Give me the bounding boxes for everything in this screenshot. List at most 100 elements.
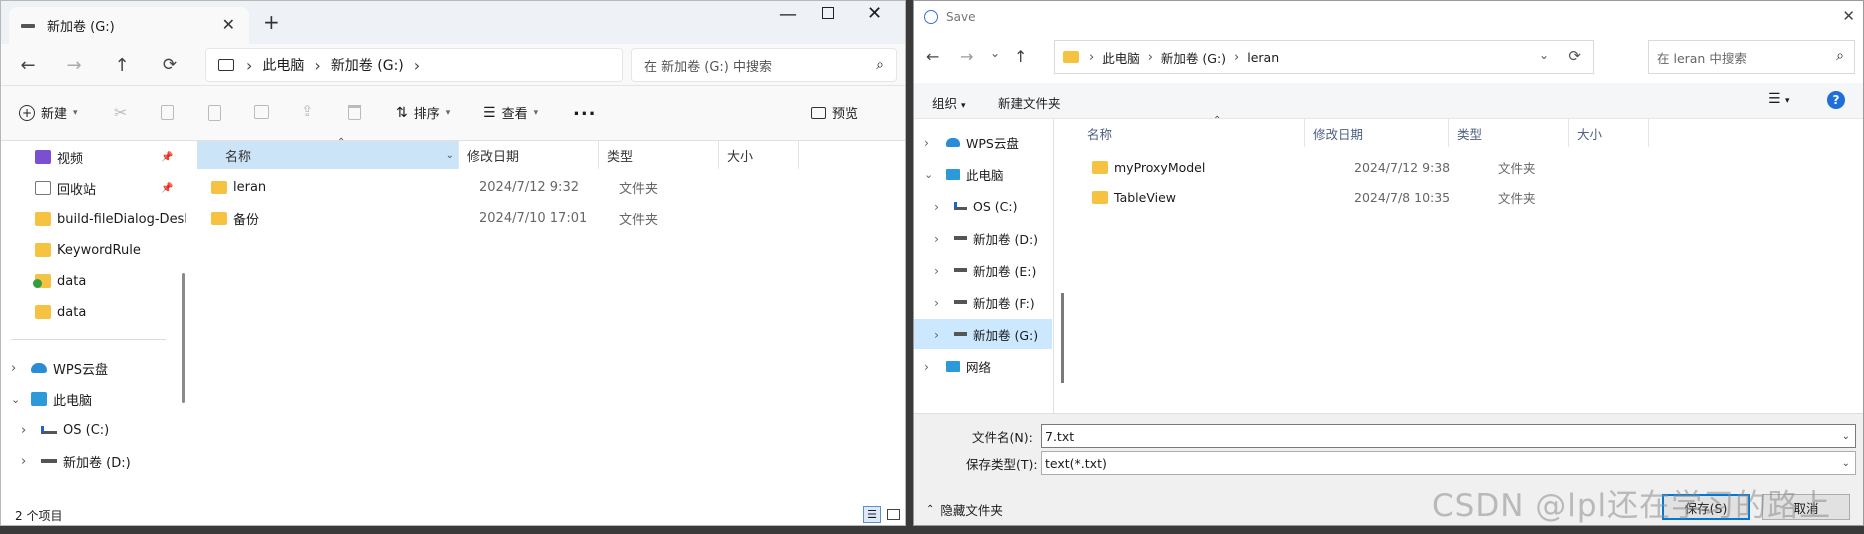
sidebar-item-folder[interactable]: data: [1, 266, 186, 296]
chevron-down-icon: ⌄: [924, 167, 934, 181]
tree-scrollbar[interactable]: [1061, 293, 1064, 383]
chevron-right-icon: ›: [924, 358, 929, 374]
refresh-icon[interactable]: ⟳: [1568, 47, 1581, 65]
folder-icon: [211, 180, 227, 194]
dialog-address-bar[interactable]: › 此电脑 › 新加卷 (G:) › leran ⌄ ⟳: [1054, 40, 1594, 74]
close-dialog-button[interactable]: ✕: [1842, 7, 1855, 25]
up-icon[interactable]: ↑: [107, 50, 137, 80]
tab-strip: 新加卷 (G:) ✕ + — ✕: [1, 1, 905, 44]
sidebar-item-folder[interactable]: data: [1, 297, 186, 327]
tab-active[interactable]: 新加卷 (G:) ✕: [9, 7, 249, 44]
back-icon[interactable]: ←: [926, 47, 939, 66]
more-options-button[interactable]: ...: [573, 99, 597, 120]
delete-icon[interactable]: [348, 105, 361, 120]
dialog-search-box[interactable]: 在 leran 中搜索 ⌕: [1648, 40, 1855, 74]
breadcrumb-computer[interactable]: 此电脑: [262, 55, 304, 75]
sidebar-scrollbar[interactable]: [182, 273, 185, 403]
column-size-label: 大小: [727, 149, 754, 165]
sidebar-item-drive-d[interactable]: › 新加卷 (D:): [1, 446, 186, 476]
sidebar-item-wps-cloud[interactable]: › WPS云盘: [1, 353, 186, 383]
tree-item-this-pc[interactable]: ⌄ 此电脑: [914, 159, 1052, 189]
file-row[interactable]: 备份 2024/7/10 17:01 文件夹: [211, 204, 811, 232]
column-header-size[interactable]: 大小: [719, 141, 799, 169]
up-icon[interactable]: ↑: [1014, 47, 1027, 66]
tree-item-drive-d[interactable]: › 新加卷 (D:): [914, 223, 1052, 253]
organize-label: 组织: [932, 96, 958, 111]
dialog-column-header-type[interactable]: 类型: [1449, 119, 1569, 147]
sidebar-item-recycle-bin[interactable]: 回收站 📌: [1, 173, 186, 203]
details-view-button[interactable]: ☰: [863, 506, 881, 523]
filetype-label: 保存类型(T):: [966, 457, 1038, 472]
search-box[interactable]: 在 新加卷 (G:) 中搜索 ⌕: [631, 48, 897, 82]
dialog-column-header-name[interactable]: 名称 ⌃: [1069, 115, 1305, 147]
refresh-icon[interactable]: ⟳: [155, 50, 185, 80]
back-icon[interactable]: ←: [13, 50, 43, 80]
view-button[interactable]: ☰ 查看 ▾: [483, 103, 538, 123]
tiles-view-button[interactable]: [887, 509, 900, 520]
share-icon[interactable]: ⇪: [301, 102, 314, 120]
column-header-name[interactable]: 名称 ⌃ ⌄: [197, 137, 459, 169]
breadcrumb-computer[interactable]: 此电脑: [1102, 48, 1140, 67]
chevron-down-icon: ▾: [73, 107, 78, 118]
folder-icon: [35, 212, 51, 226]
dialog-file-row[interactable]: myProxyModel 2024/7/12 9:38 文件夹: [1092, 154, 1652, 180]
sort-label: 排序: [413, 107, 440, 122]
rename-icon[interactable]: [254, 105, 269, 119]
close-tab-icon[interactable]: ✕: [222, 15, 235, 34]
new-button[interactable]: + 新建 ▾: [19, 103, 78, 122]
sort-icon: ⇅: [396, 104, 408, 121]
recent-dropdown-icon[interactable]: ⌄: [990, 46, 1000, 60]
sort-button[interactable]: ⇅ 排序 ▾: [396, 103, 450, 123]
view-menu-icon[interactable]: ☰ ▾: [1768, 91, 1790, 107]
chevron-right-icon: ›: [246, 55, 253, 75]
minimize-button[interactable]: —: [779, 4, 797, 25]
dialog-file-row[interactable]: TableView 2024/7/8 10:35 文件夹: [1092, 184, 1652, 210]
address-dropdown-icon[interactable]: ⌄: [1539, 48, 1549, 62]
preview-pane-button[interactable]: 预览: [811, 103, 858, 122]
search-placeholder: 在 新加卷 (G:) 中搜索: [644, 59, 772, 75]
item-count: 2 个项目: [15, 508, 63, 523]
breadcrumb-drive[interactable]: 新加卷 (G:): [331, 55, 404, 75]
organize-button[interactable]: 组织 ▾: [932, 93, 966, 112]
help-icon[interactable]: ?: [1827, 91, 1845, 109]
tree-item-network[interactable]: › 网络: [914, 351, 1052, 381]
file-name: leran: [233, 179, 267, 195]
tree-item-drive-e[interactable]: › 新加卷 (E:): [914, 255, 1052, 285]
drive-icon: [954, 236, 967, 240]
dialog-column-header-date[interactable]: 修改日期: [1305, 119, 1449, 147]
filename-input[interactable]: 7.txt ⌄: [1041, 424, 1856, 448]
dialog-column-header-size[interactable]: 大小: [1569, 119, 1649, 147]
copy-icon[interactable]: [161, 105, 174, 120]
forward-icon[interactable]: →: [59, 50, 89, 80]
tree-item-wps-cloud[interactable]: › WPS云盘: [914, 127, 1052, 157]
tree-item-drive-f[interactable]: › 新加卷 (F:): [914, 287, 1052, 317]
new-folder-button[interactable]: 新建文件夹: [998, 93, 1061, 112]
column-dropdown-icon[interactable]: ⌄: [446, 150, 454, 161]
folder-icon: [1092, 160, 1108, 174]
column-header-date[interactable]: 修改日期: [459, 141, 599, 169]
sidebar-item-video[interactable]: 视频 📌: [1, 142, 186, 172]
address-bar[interactable]: › 此电脑 › 新加卷 (G:) ›: [205, 48, 623, 82]
network-icon: [946, 360, 960, 372]
sidebar-item-folder[interactable]: build-fileDialog-Desk: [1, 204, 186, 234]
chevron-right-icon: ›: [413, 55, 421, 75]
sidebar-item-this-pc[interactable]: ⌄ 此电脑: [1, 384, 186, 414]
file-row[interactable]: leran 2024/7/12 9:32 文件夹: [211, 173, 811, 201]
paste-icon[interactable]: [208, 105, 221, 121]
column-header-type[interactable]: 类型: [599, 141, 719, 169]
maximize-button[interactable]: [822, 7, 834, 19]
cut-icon[interactable]: ✂: [114, 103, 127, 122]
file-type: 文件夹: [619, 181, 659, 197]
tree-item-drive-g[interactable]: › 新加卷 (G:): [914, 319, 1052, 349]
new-tab-button[interactable]: +: [263, 10, 280, 34]
hide-folders-toggle[interactable]: ⌃ 隐藏文件夹: [926, 500, 1003, 519]
sidebar-item-folder[interactable]: KeywordRule: [1, 235, 186, 265]
tree-item-drive-c[interactable]: › OS (C:): [914, 191, 1052, 221]
forward-icon[interactable]: →: [960, 47, 973, 66]
filetype-select[interactable]: text(*.txt) ⌄: [1041, 451, 1856, 475]
sidebar-item-drive-c[interactable]: › OS (C:): [1, 415, 186, 445]
breadcrumb-folder[interactable]: leran: [1247, 50, 1279, 65]
close-window-button[interactable]: ✕: [867, 3, 882, 24]
pin-icon: 📌: [161, 151, 174, 163]
breadcrumb-drive[interactable]: 新加卷 (G:): [1161, 48, 1226, 67]
